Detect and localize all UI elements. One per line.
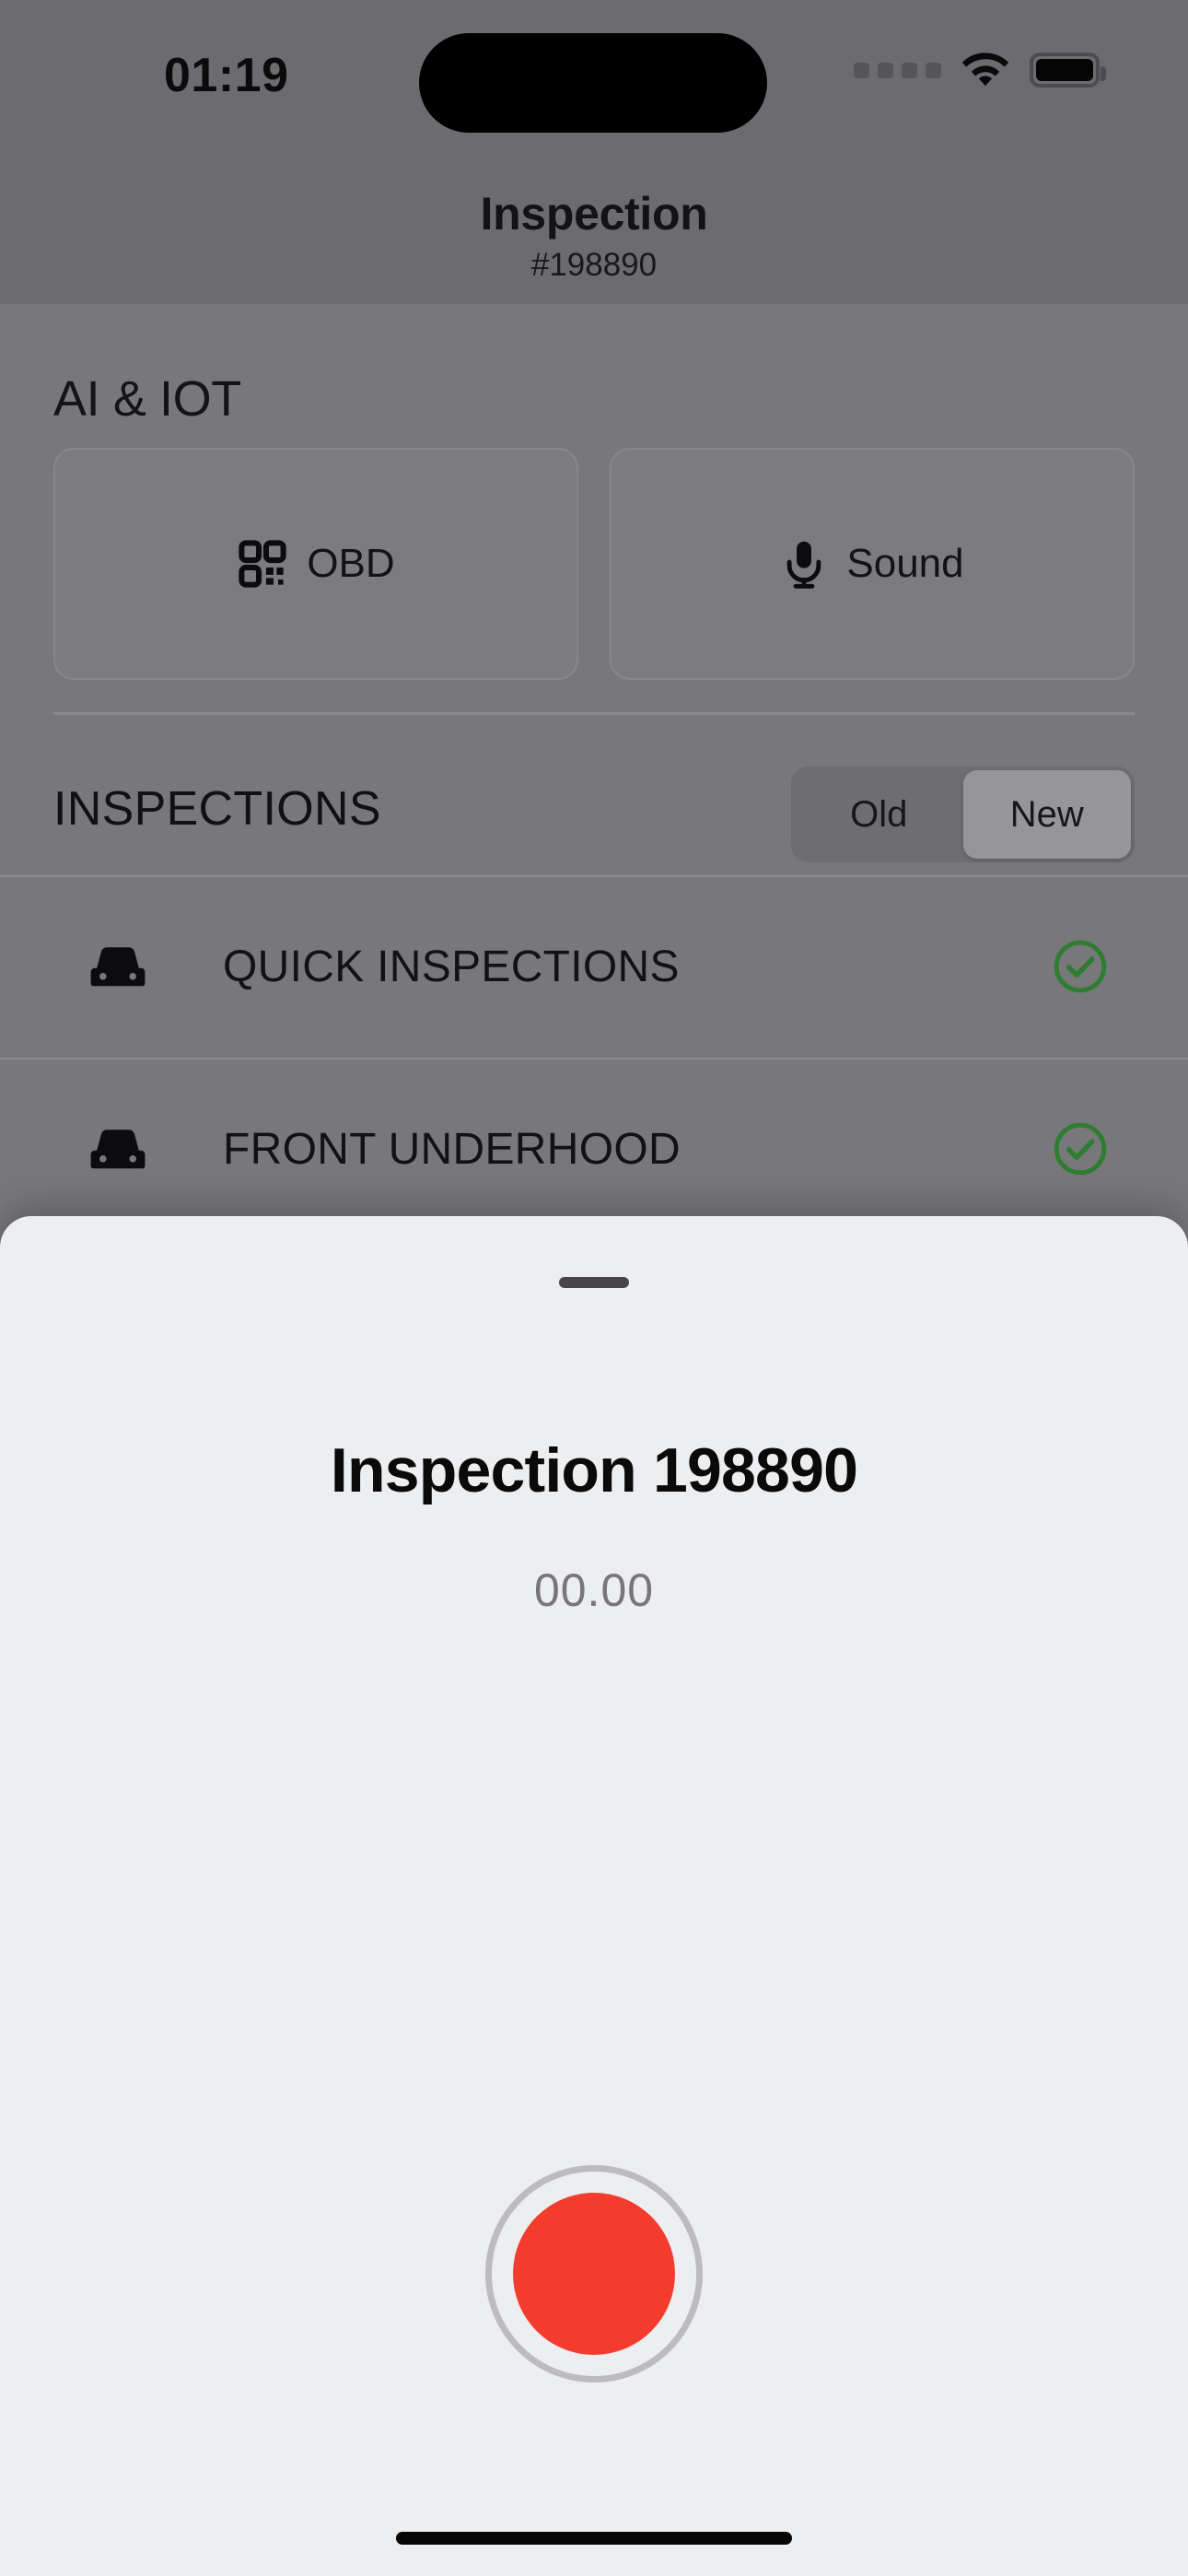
sound-button-label: Sound: [846, 541, 964, 586]
phone-screen: 01:19 Inspection #198890 AI & IOT OBD So…: [0, 0, 1188, 2576]
old-new-segmented-control[interactable]: Old New: [791, 767, 1135, 862]
inspections-section-title: INSPECTIONS: [53, 782, 381, 836]
segment-new[interactable]: New: [962, 770, 1131, 859]
status-bar: 01:19: [0, 0, 1188, 166]
page-title: Inspection: [480, 187, 708, 240]
status-bar-time: 01:19: [164, 49, 289, 102]
record-icon: [513, 2193, 675, 2355]
sound-recording-sheet: Inspection 198890 00.00: [0, 1216, 1188, 2576]
sound-button[interactable]: Sound: [610, 448, 1135, 680]
battery-full-icon: [1030, 53, 1106, 88]
inspection-row-label: FRONT UNDERHOOD: [223, 1124, 681, 1174]
qr-code-icon: [239, 540, 286, 588]
home-indicator: [396, 2532, 792, 2545]
segment-old[interactable]: Old: [795, 770, 963, 859]
signal-dots-icon: [854, 62, 941, 78]
obd-button-label: OBD: [307, 541, 395, 586]
section-divider: [53, 712, 1135, 715]
obd-button[interactable]: OBD: [53, 448, 578, 680]
car-icon: [90, 1130, 146, 1169]
inspections-header: INSPECTIONS Old New: [0, 755, 1188, 875]
car-icon: [90, 947, 146, 987]
wifi-icon: [961, 53, 1009, 87]
ai-iot-section-title: AI & IOT: [53, 371, 241, 427]
inspection-row-front-underhood[interactable]: FRONT UNDERHOOD: [0, 1058, 1188, 1240]
check-circle-icon: [1054, 940, 1107, 993]
page-subtitle: #198890: [530, 246, 658, 283]
sheet-title: Inspection 198890: [330, 1435, 858, 1505]
recording-timer: 00.00: [533, 1564, 655, 1616]
microphone-icon: [787, 541, 821, 589]
inspection-row-quick-inspections[interactable]: QUICK INSPECTIONS: [0, 875, 1188, 1058]
status-bar-indicators: [854, 52, 1106, 88]
ai-iot-tool-row: OBD Sound: [53, 448, 1135, 680]
inspection-row-label: QUICK INSPECTIONS: [223, 942, 680, 991]
dynamic-island: [419, 33, 767, 133]
check-circle-icon: [1054, 1122, 1107, 1176]
drag-handle[interactable]: [559, 1277, 629, 1288]
record-button[interactable]: [485, 2165, 703, 2383]
nav-header: Inspection #198890: [0, 166, 1188, 304]
